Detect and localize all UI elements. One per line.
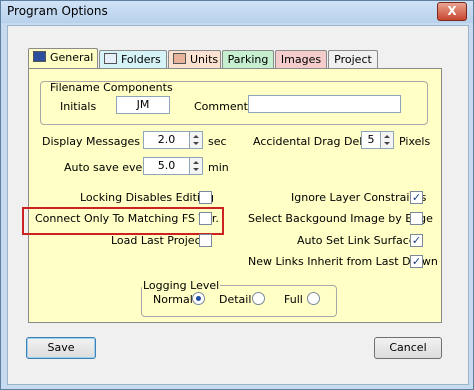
initials-label: Initials xyxy=(60,100,97,113)
display-messages-spinner[interactable] xyxy=(190,131,203,149)
general-icon xyxy=(33,51,46,62)
drag-delay-label: Accidental Drag Delay xyxy=(253,135,376,148)
auto-set-link-surfaces-label: Auto Set Link Surfaces xyxy=(297,234,422,247)
ignore-layer-constraints-checkbox[interactable]: ✓ xyxy=(410,191,423,204)
new-links-inherit-checkbox[interactable]: ✓ xyxy=(410,255,423,268)
logging-full-label: Full xyxy=(284,293,303,306)
tab-general-label: General xyxy=(50,51,94,64)
autosave-unit: min xyxy=(208,161,229,174)
window-title: Program Options xyxy=(7,4,108,18)
comment-field[interactable] xyxy=(248,95,401,113)
logging-normal-label: Normal xyxy=(153,293,193,306)
connect-matching-fs-checkbox[interactable] xyxy=(199,212,212,225)
close-button[interactable]: X xyxy=(437,2,467,21)
locking-disables-editing-label: Locking Disables Editing xyxy=(80,191,214,204)
drag-delay-unit: Pixels xyxy=(399,135,431,148)
auto-set-link-surfaces-checkbox[interactable]: ✓ xyxy=(410,234,423,247)
tab-images-label: Images xyxy=(280,53,322,66)
tab-general[interactable]: General xyxy=(28,48,98,68)
autosave-field[interactable]: 5.0 xyxy=(143,157,190,175)
folders-icon xyxy=(104,53,117,64)
tab-project[interactable]: Project xyxy=(328,50,378,68)
save-button[interactable]: Save xyxy=(26,337,96,359)
display-messages-label: Display Messages for xyxy=(42,135,159,148)
logging-detail-radio[interactable] xyxy=(252,292,265,305)
display-messages-field[interactable]: 2.0 xyxy=(143,131,190,149)
drag-delay-spinner[interactable] xyxy=(381,131,394,149)
comment-label: Comment xyxy=(194,100,248,113)
tab-project-label: Project xyxy=(334,53,372,66)
tab-parking[interactable]: Parking xyxy=(222,50,274,68)
tab-parking-label: Parking xyxy=(227,53,269,66)
initials-field[interactable]: JM xyxy=(116,96,170,114)
connect-matching-fs-label: Connect Only To Matching FS Ver. xyxy=(35,212,219,225)
display-messages-unit: sec xyxy=(208,135,227,148)
drag-delay-field[interactable]: 5 xyxy=(361,131,381,149)
units-icon xyxy=(173,53,186,64)
autosave-label: Auto save every xyxy=(64,161,154,174)
load-last-project-checkbox[interactable] xyxy=(199,234,212,247)
logging-level-heading: Logging Level xyxy=(142,279,221,292)
logging-full-radio[interactable] xyxy=(307,292,320,305)
title-bar[interactable]: Program Options X xyxy=(1,1,473,23)
load-last-project-label: Load Last Project xyxy=(111,234,205,247)
select-background-image-checkbox[interactable] xyxy=(410,212,423,225)
general-tab-panel: Filename Components Initials JM Comment … xyxy=(22,68,442,323)
logging-detail-label: Detail xyxy=(219,293,252,306)
tab-units-label: Units xyxy=(190,53,219,66)
ignore-layer-constraints-label: Ignore Layer Constraints xyxy=(291,191,427,204)
cancel-button[interactable]: Cancel xyxy=(374,337,442,359)
tab-units[interactable]: Units xyxy=(168,50,221,68)
logging-normal-radio[interactable] xyxy=(192,292,205,305)
tab-images[interactable]: Images xyxy=(275,50,327,68)
filename-components-heading: Filename Components xyxy=(50,81,173,94)
tab-folders-label: Folders xyxy=(121,53,161,66)
tab-folders[interactable]: Folders xyxy=(99,50,167,68)
locking-disables-editing-checkbox[interactable] xyxy=(199,191,212,204)
autosave-spinner[interactable] xyxy=(190,157,203,175)
select-background-image-label: Select Backgound Image by Edge xyxy=(248,212,433,225)
